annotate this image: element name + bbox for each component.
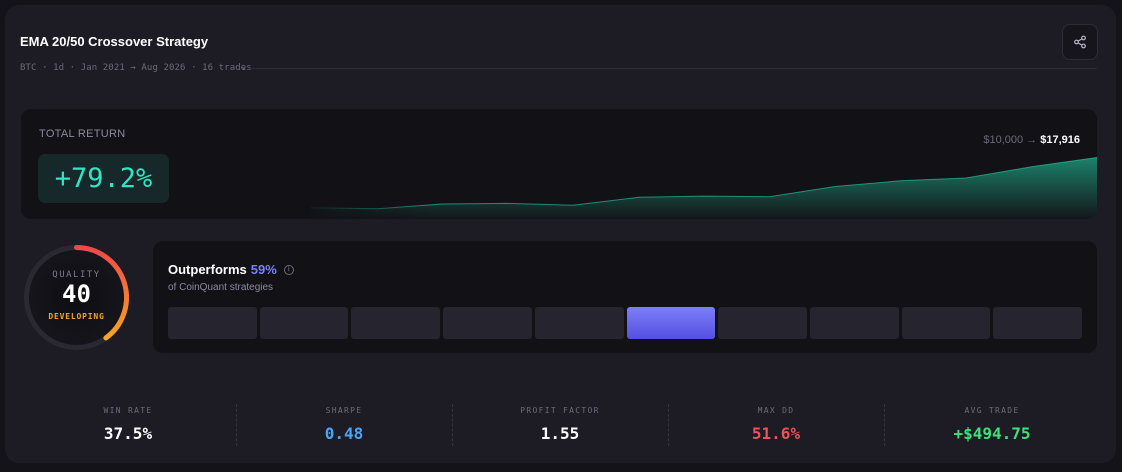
percentile-bucket: [809, 307, 899, 339]
equity-start-value: $10,000: [983, 134, 1024, 146]
percentile-bucket: [351, 307, 441, 339]
percentile-buckets: [168, 307, 1083, 339]
total-return-label: TOTAL RETURN: [39, 128, 126, 140]
total-return-value: +79.2%: [54, 163, 153, 194]
outperform-subtitle: of CoinQuant strategies: [168, 282, 274, 293]
percentile-bucket: [168, 307, 257, 339]
total-return-panel: TOTAL RETURN +79.2% $10,000 → $17,916: [21, 109, 1097, 219]
percentile-bucket: [534, 307, 624, 339]
quality-level: DEVELOPING: [48, 312, 105, 321]
share-button[interactable]: [1062, 24, 1098, 60]
stat-max-dd: MAX DD 51.6%: [668, 401, 884, 451]
stat-value: 37.5%: [103, 424, 153, 443]
stat-value: 1.55: [540, 424, 580, 443]
percentile-bucket: [718, 307, 807, 339]
stat-label: PROFIT FACTOR: [520, 406, 600, 415]
percentile-bucket: [259, 307, 349, 339]
stat-value: +$494.75: [953, 424, 1031, 443]
stat-avg-trade: AVG TRADE +$494.75: [884, 401, 1100, 451]
equity-compare: $10,000 → $17,916: [983, 134, 1080, 146]
percentile-bucket: [901, 307, 991, 339]
outperform-text: Outperforms: [168, 262, 247, 277]
outperform-percent: 59%: [250, 262, 277, 277]
stat-label: AVG TRADE: [964, 406, 1020, 415]
outperform-headline: Outperforms 59% i: [168, 262, 294, 277]
stat-profit-factor: PROFIT FACTOR 1.55: [452, 401, 668, 451]
percentile-bucket: [443, 307, 532, 339]
quality-label: QUALITY: [52, 270, 101, 280]
stat-value: 0.48: [324, 424, 364, 443]
arrow-right-icon: →: [1026, 134, 1038, 146]
strategy-title: EMA 20/50 Crossover Strategy: [20, 34, 209, 49]
stat-label: SHARPE: [325, 406, 363, 415]
subtitle-divider-line: [249, 68, 1097, 69]
stat-value: 51.6%: [751, 424, 801, 443]
percentile-bucket-active: [626, 307, 716, 339]
quality-gauge: QUALITY 40 DEVELOPING: [20, 241, 133, 354]
stats-row: WIN RATE 37.5% SHARPE 0.48 PROFIT FACTOR 1.55…: [20, 401, 1100, 451]
equity-end-value: $17,916: [1040, 134, 1080, 146]
strategy-subtitle: BTC · 1d · Jan 2021 → Aug 2026 · 16 trad…: [20, 63, 252, 73]
quality-score: 40: [62, 280, 91, 308]
quality-content: QUALITY 40 DEVELOPING: [20, 241, 133, 354]
outperform-panel: Outperforms 59% i of CoinQuant strategie…: [153, 241, 1097, 353]
share-icon: [1074, 35, 1086, 49]
equity-fade-overlay: [291, 109, 431, 219]
stat-win-rate: WIN RATE 37.5%: [20, 401, 236, 451]
subtitle-divider-dot: [243, 68, 245, 70]
equity-curve-chart: [291, 109, 1097, 219]
stat-label: MAX DD: [757, 406, 795, 415]
stat-label: WIN RATE: [103, 406, 153, 415]
stat-sharpe: SHARPE 0.48: [236, 401, 452, 451]
info-icon[interactable]: i: [283, 264, 294, 275]
strategy-card: EMA 20/50 Crossover Strategy BTC · 1d · …: [5, 5, 1116, 463]
total-return-badge: +79.2%: [38, 154, 169, 203]
percentile-bucket: [993, 307, 1083, 339]
